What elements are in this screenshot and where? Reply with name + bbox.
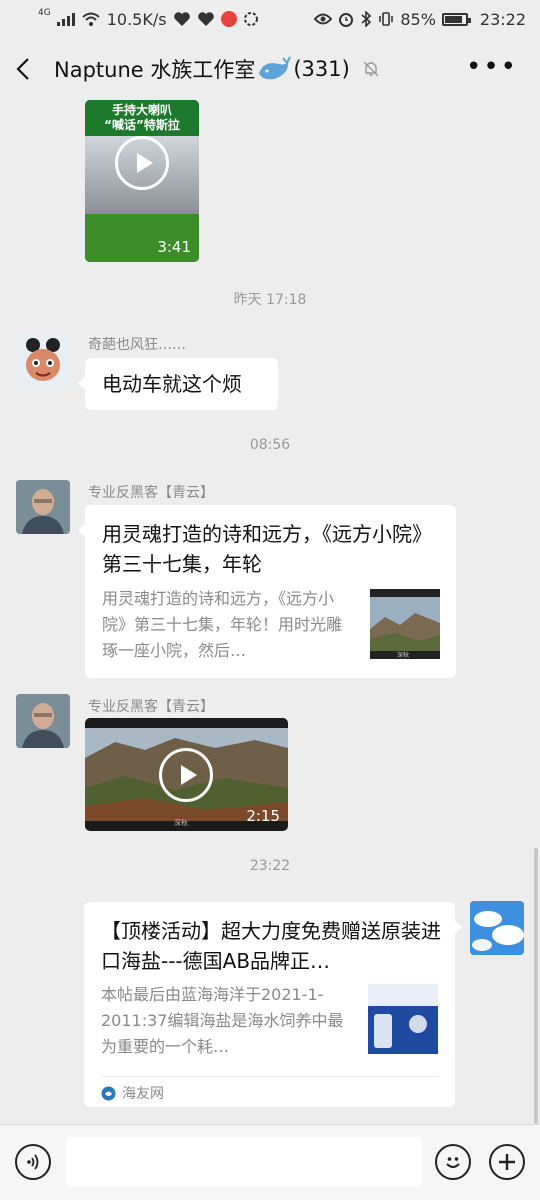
play-icon (159, 748, 213, 802)
message-input[interactable] (66, 1137, 422, 1187)
text-message[interactable]: 电动车就这个烦 (78, 358, 278, 410)
video-duration: 3:41 (157, 238, 191, 256)
link-description: 用灵魂打造的诗和远方，《远方小院》第三十七集，年轮！用时光雕琢一座小院，然后… (102, 589, 343, 660)
avatar[interactable] (470, 901, 524, 955)
clock: 23:22 (479, 9, 526, 29)
person-avatar-icon (16, 694, 70, 748)
emoji-icon (446, 1157, 460, 1168)
bluetooth-icon (361, 11, 372, 27)
sender-name: 专业反黑客【青云】 (88, 699, 214, 715)
sender-name: 专业反黑客【青云】 (88, 485, 214, 501)
timestamp: 23:22 (249, 858, 291, 874)
network-type: 4G (38, 8, 51, 18)
voice-icon (27, 1154, 39, 1170)
video-message[interactable]: 深秋 2:15 (85, 718, 288, 831)
product-thumbnail-icon (368, 984, 438, 1054)
back-button[interactable] (16, 57, 40, 81)
link-title: 用灵魂打造的诗和远方，《远方小院》第三十七集，年轮 (102, 522, 432, 576)
link-message[interactable]: 【顶楼活动】超大力度免费赠送原装进口海盐---德国AB品牌正… 本帖最后由蓝海海… (84, 902, 462, 1107)
wifi-icon (82, 12, 100, 26)
bell-off-icon (363, 61, 379, 77)
plus-icon (499, 1154, 515, 1170)
signal-icon (56, 12, 75, 26)
heart-pulse-icon (173, 12, 190, 26)
video-duration: 2:15 (246, 807, 280, 825)
timestamp: 08:56 (249, 437, 291, 453)
link-description: 本帖最后由蓝海海洋于2021-1-2011:37编辑海盐是海水饲养中最为重要的一… (101, 985, 344, 1056)
message-text: 电动车就这个烦 (102, 372, 242, 396)
person-avatar-icon (16, 480, 70, 534)
more-icon: ••• (465, 52, 518, 82)
video-banner-line1: 手持大喇叭 (111, 103, 172, 117)
link-divider (101, 1076, 438, 1077)
link-source: 海友网 (101, 1083, 164, 1103)
app-notification-icon (220, 11, 237, 27)
plus-button[interactable] (489, 1144, 525, 1180)
input-bar (0, 1124, 540, 1200)
link-thumbnail (368, 984, 438, 1054)
whale-icon (259, 56, 292, 80)
battery-icon (441, 12, 471, 26)
avatar[interactable] (16, 480, 70, 534)
network-speed: 10.5K/s (106, 9, 167, 29)
link-source-name: 海友网 (122, 1086, 164, 1102)
video-banner-line2: “喊话”特斯拉 (104, 118, 180, 132)
battery-percent: 85% (400, 9, 436, 29)
chevron-left-icon (16, 58, 29, 80)
chat-header: Naptune 水族工作室 (331) ••• (0, 38, 540, 100)
play-icon (115, 136, 169, 190)
sender-name: 奇葩也风狂…… (88, 337, 186, 353)
video-message[interactable]: 手持大喇叭 “喊话”特斯拉 3:41 (85, 100, 199, 262)
voice-button[interactable] (15, 1144, 51, 1180)
loading-icon (243, 12, 258, 26)
vibrate-icon (379, 12, 394, 26)
sky-avatar-icon (470, 901, 524, 955)
thumbnail-caption: 深秋 (397, 652, 410, 659)
timestamp: 昨天 17:18 (233, 292, 307, 308)
status-bar: 4G 10.5K/s 85% 23:22 (0, 0, 540, 38)
video-banner: 手持大喇叭 “喊话”特斯拉 (85, 100, 199, 136)
link-message[interactable]: 用灵魂打造的诗和远方，《远方小院》第三十七集，年轮 用灵魂打造的诗和远方，《远方… (78, 505, 456, 678)
heart-pulse-icon (197, 12, 214, 26)
video-caption: 深秋 (174, 819, 188, 827)
avatar[interactable] (16, 333, 70, 387)
eye-icon (314, 13, 333, 25)
more-button[interactable]: ••• (466, 54, 518, 80)
link-title: 【顶楼活动】超大力度免费赠送原装进口海盐---德国AB品牌正… (101, 919, 441, 973)
landscape-thumbnail-icon (370, 597, 440, 651)
avatar[interactable] (16, 694, 70, 748)
cartoon-avatar-icon (16, 333, 70, 387)
link-thumbnail: 深秋 (370, 589, 440, 659)
chat-title: Naptune 水族工作室 (331) (54, 54, 380, 84)
member-count: (331) (293, 57, 350, 81)
haiyou-logo-icon (101, 1086, 116, 1100)
emoji-button[interactable] (435, 1144, 471, 1180)
alarm-icon (339, 13, 354, 27)
scrollbar[interactable] (534, 848, 538, 1124)
group-name: Naptune 水族工作室 (54, 58, 256, 82)
